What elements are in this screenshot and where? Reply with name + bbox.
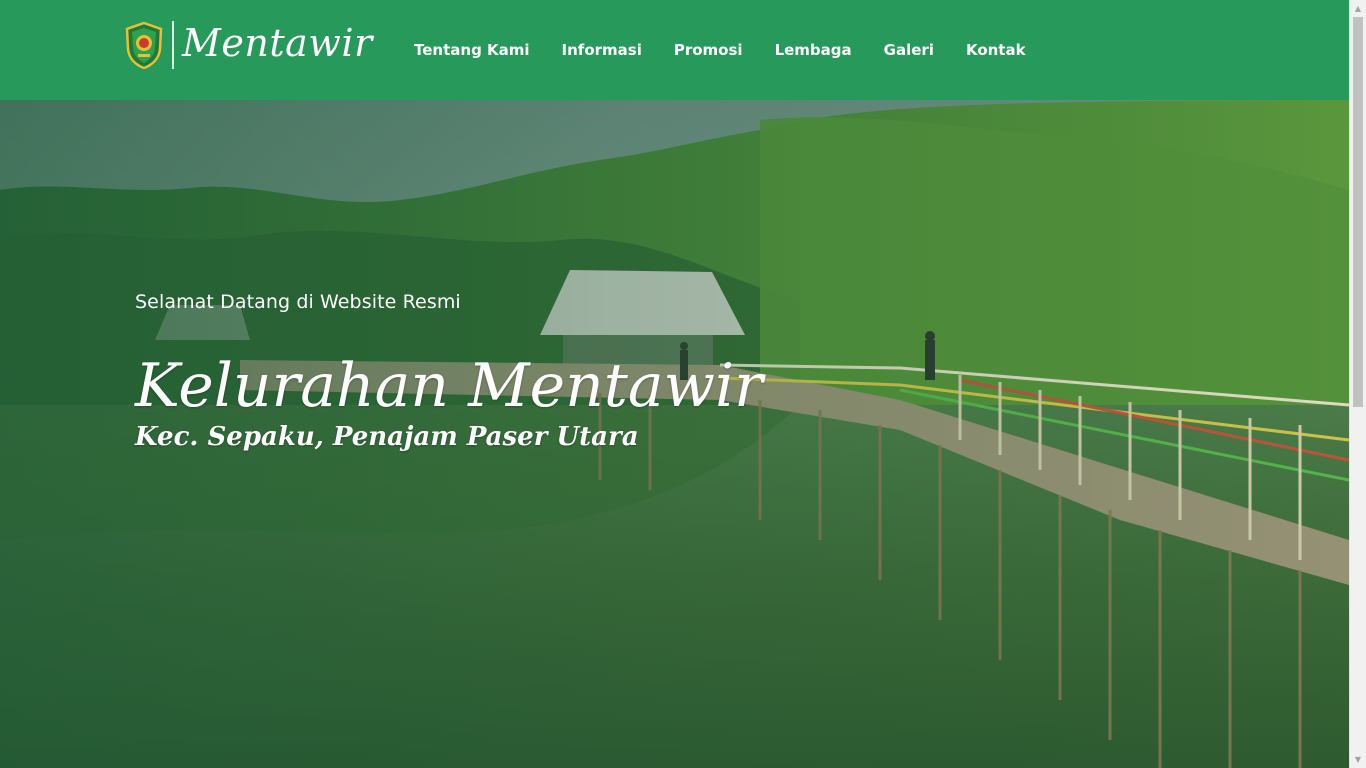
nav-informasi[interactable]: Informasi <box>546 30 658 70</box>
regency-emblem-icon <box>125 21 163 69</box>
hero-text-block: Selamat Datang di Website Resmi Keluraha… <box>135 289 763 453</box>
main-nav: Tentang Kami Informasi Promosi Lembaga G… <box>398 30 1042 70</box>
scrollbar-thumb[interactable] <box>1353 17 1363 407</box>
nav-promosi[interactable]: Promosi <box>658 30 759 70</box>
brand-divider <box>172 21 174 69</box>
brand-logo-link[interactable]: Mentawir <box>124 20 373 70</box>
hero-subtitle: Kec. Sepaku, Penajam Paser Utara <box>135 422 639 452</box>
page-scrollbar[interactable]: ▲ ▼ <box>1349 0 1366 768</box>
brand-name: Mentawir <box>182 21 373 65</box>
page: Mentawir Tentang Kami Informasi Promosi … <box>0 0 1366 768</box>
nav-tentang-kami[interactable]: Tentang Kami <box>398 30 546 70</box>
nav-galeri[interactable]: Galeri <box>868 30 950 70</box>
nav-kontak[interactable]: Kontak <box>950 30 1042 70</box>
scroll-up-arrow-icon[interactable]: ▲ <box>1350 0 1366 17</box>
hero-section: Selamat Datang di Website Resmi Keluraha… <box>0 100 1349 768</box>
nav-lembaga[interactable]: Lembaga <box>759 30 868 70</box>
scroll-down-arrow-icon[interactable]: ▼ <box>1350 751 1366 768</box>
hero-title: Kelurahan Mentawir <box>135 351 763 421</box>
top-navbar: Mentawir Tentang Kami Informasi Promosi … <box>0 0 1349 100</box>
hero-welcome-text: Selamat Datang di Website Resmi <box>135 291 461 313</box>
